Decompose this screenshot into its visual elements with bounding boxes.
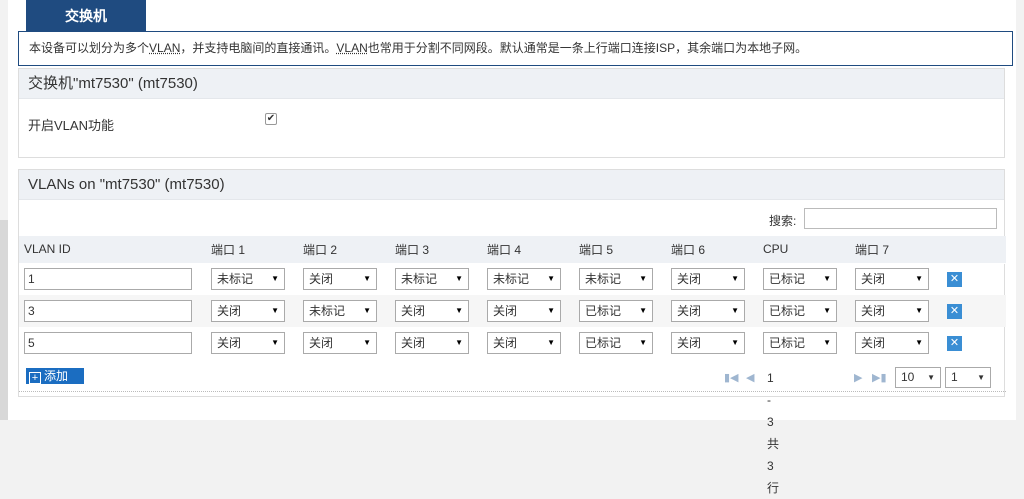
next-page-icon[interactable]: ▶ bbox=[854, 367, 862, 389]
port-select[interactable]: 已标记 bbox=[579, 300, 653, 322]
port-select[interactable]: 已标记 bbox=[579, 332, 653, 354]
vlan-id-input[interactable]: 3 bbox=[24, 300, 192, 322]
column-header: 端口 6 bbox=[666, 236, 758, 264]
description-text-1: 本设备可以划分为多个 bbox=[29, 41, 150, 55]
table-row: 1 未标记 关闭 未标记 未标记 未标记 关闭 已标记 关闭 ✕ bbox=[19, 263, 1006, 295]
last-page-icon[interactable]: ▶▮ bbox=[872, 367, 887, 389]
port-select[interactable]: 未标记 bbox=[487, 268, 561, 291]
vlan-panel: VLANs on "mt7530" (mt7530) 搜索: VLAN ID 端… bbox=[18, 169, 1006, 495]
tab-switch[interactable]: 交换机 bbox=[26, 0, 146, 32]
switch-panel-title: 交换机"mt7530" (mt7530) bbox=[19, 69, 1004, 99]
page-select[interactable]: 1 bbox=[945, 367, 991, 388]
switch-panel: 交换机"mt7530" (mt7530) 开启VLAN功能 ✔ bbox=[18, 68, 1005, 158]
table-row: 3 关闭 未标记 关闭 关闭 已标记 关闭 已标记 关闭 ✕ bbox=[19, 295, 1006, 327]
table-header-row: VLAN ID 端口 1 端口 2 端口 3 端口 4 端口 5 端口 6 CP… bbox=[19, 236, 1006, 264]
port-select[interactable]: 关闭 bbox=[211, 300, 285, 322]
port-select[interactable]: 未标记 bbox=[579, 268, 653, 291]
port-select[interactable]: 关闭 bbox=[855, 300, 929, 322]
divider bbox=[19, 391, 1006, 392]
delete-row-icon[interactable]: ✕ bbox=[947, 335, 962, 351]
delete-row-icon[interactable]: ✕ bbox=[947, 271, 962, 287]
column-header-actions bbox=[942, 236, 1006, 264]
search-input[interactable] bbox=[804, 208, 997, 229]
port-select[interactable]: 关闭 bbox=[395, 332, 469, 354]
vlan-abbr: VLAN bbox=[336, 41, 368, 55]
add-vlan-button[interactable]: + 添加 bbox=[26, 368, 84, 384]
search-label: 搜索: bbox=[769, 214, 797, 228]
first-page-icon[interactable]: ▮◀ bbox=[724, 367, 739, 389]
port-select[interactable]: 关闭 bbox=[211, 332, 285, 354]
column-header: 端口 1 bbox=[206, 236, 298, 264]
vlan-id-input[interactable]: 5 bbox=[24, 332, 192, 354]
port-select[interactable]: 未标记 bbox=[303, 300, 377, 322]
column-header: 端口 4 bbox=[482, 236, 574, 264]
description-text-2: ，并支持电脑间的直接通讯。 bbox=[180, 41, 337, 55]
port-select[interactable]: 未标记 bbox=[395, 268, 469, 291]
column-header: 端口 2 bbox=[298, 236, 390, 264]
column-header: 端口 3 bbox=[390, 236, 482, 264]
port-select[interactable]: 已标记 bbox=[763, 332, 837, 354]
vlan-panel-title: VLANs on "mt7530" (mt7530) bbox=[19, 170, 1004, 200]
column-header: 端口 5 bbox=[574, 236, 666, 264]
vlan-id-input[interactable]: 1 bbox=[24, 268, 192, 291]
port-select[interactable]: 已标记 bbox=[763, 268, 837, 291]
prev-page-icon[interactable]: ◀ bbox=[746, 367, 754, 389]
enable-vlan-checkbox[interactable]: ✔ bbox=[265, 113, 277, 125]
port-select[interactable]: 关闭 bbox=[671, 300, 745, 322]
table-row: 5 关闭 关闭 关闭 关闭 已标记 关闭 已标记 关闭 ✕ bbox=[19, 327, 1006, 359]
add-vlan-label: 添加 bbox=[44, 369, 69, 383]
page-size-select[interactable]: 10 bbox=[895, 367, 941, 388]
window-scrollbar[interactable] bbox=[0, 220, 8, 420]
description-text-3: 也常用于分割不同网段。默认通常是一条上行端口连接ISP，其余端口为本地子网。 bbox=[367, 41, 808, 55]
port-select[interactable]: 关闭 bbox=[855, 268, 929, 291]
port-select[interactable]: 关闭 bbox=[303, 268, 377, 291]
vlan-abbr: VLAN bbox=[149, 41, 181, 55]
vlan-table: VLAN ID 端口 1 端口 2 端口 3 端口 4 端口 5 端口 6 CP… bbox=[19, 236, 1006, 359]
port-select[interactable]: 已标记 bbox=[763, 300, 837, 322]
port-select[interactable]: 关闭 bbox=[671, 332, 745, 354]
port-select[interactable]: 关闭 bbox=[671, 268, 745, 291]
port-select[interactable]: 关闭 bbox=[487, 332, 561, 354]
column-header: VLAN ID bbox=[19, 236, 206, 264]
page: 交换机 本设备可以划分为多个VLAN，并支持电脑间的直接通讯。VLAN也常用于分… bbox=[8, 0, 1016, 495]
column-header: CPU bbox=[758, 236, 850, 264]
enable-vlan-label: 开启VLAN功能 bbox=[28, 118, 114, 133]
column-header: 端口 7 bbox=[850, 236, 942, 264]
port-select[interactable]: 关闭 bbox=[855, 332, 929, 354]
port-select[interactable]: 未标记 bbox=[211, 268, 285, 291]
description-box: 本设备可以划分为多个VLAN，并支持电脑间的直接通讯。VLAN也常用于分割不同网… bbox=[18, 31, 1013, 66]
delete-row-icon[interactable]: ✕ bbox=[947, 303, 962, 319]
plus-icon: + bbox=[29, 372, 41, 384]
port-select[interactable]: 关闭 bbox=[395, 300, 469, 322]
pager-range-text: 1 - 3 共 3 行 bbox=[767, 371, 780, 495]
port-select[interactable]: 关闭 bbox=[487, 300, 561, 322]
port-select[interactable]: 关闭 bbox=[303, 332, 377, 354]
